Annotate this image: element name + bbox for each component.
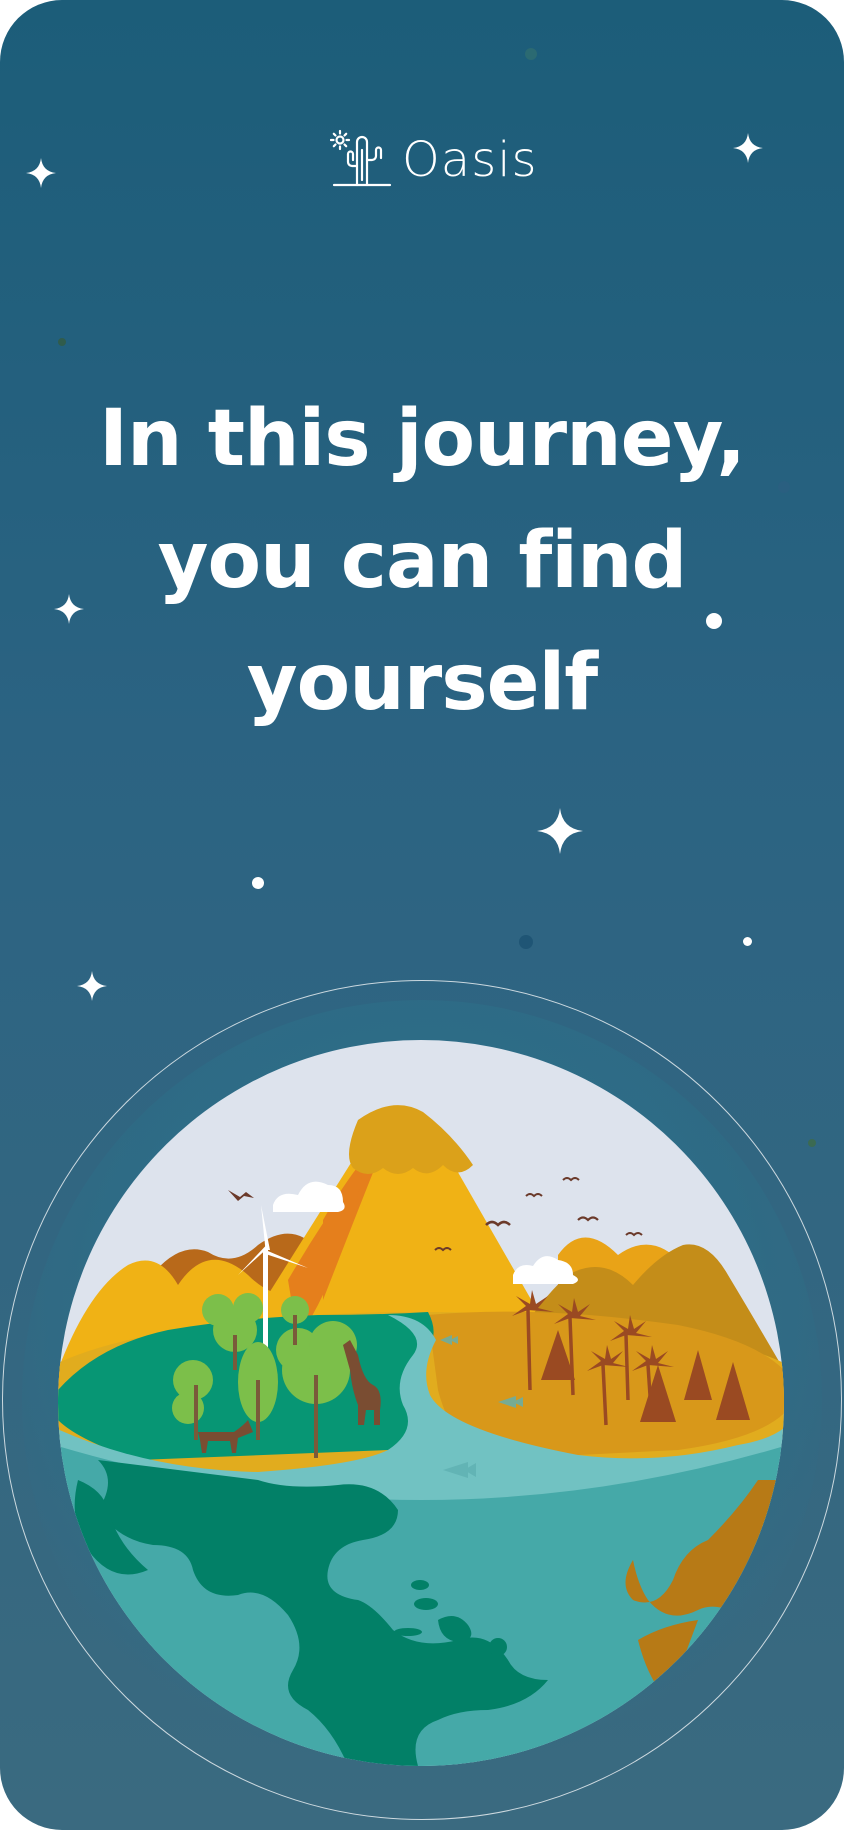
- star-dot: [58, 338, 66, 346]
- sparkle-star-icon: [537, 808, 583, 854]
- sparkle-star-icon: [26, 158, 56, 188]
- sparkle-star-icon: [54, 594, 84, 624]
- star-dot: [743, 937, 752, 946]
- star-dot: [706, 613, 722, 629]
- onboarding-headline: In this journey, you can find yourself: [0, 378, 844, 744]
- sparkle-star-icon: [77, 971, 107, 1001]
- headline-line-3: yourself: [246, 638, 598, 728]
- star-dot: [252, 877, 264, 889]
- app-name: Oasis: [402, 132, 538, 188]
- headline-line-1: In this journey,: [98, 394, 746, 484]
- star-dot: [519, 935, 533, 949]
- app-logo: Oasis: [330, 128, 538, 192]
- star-dot: [808, 1139, 816, 1147]
- cactus-sun-icon: [330, 129, 392, 187]
- star-dot: [525, 48, 537, 60]
- earth-illustration: [58, 1040, 784, 1766]
- star-dot: [778, 481, 790, 493]
- sparkle-star-icon: [733, 133, 763, 163]
- headline-line-2: you can find: [157, 516, 688, 606]
- onboarding-screen: Oasis In this journey, you can find your…: [0, 0, 844, 1830]
